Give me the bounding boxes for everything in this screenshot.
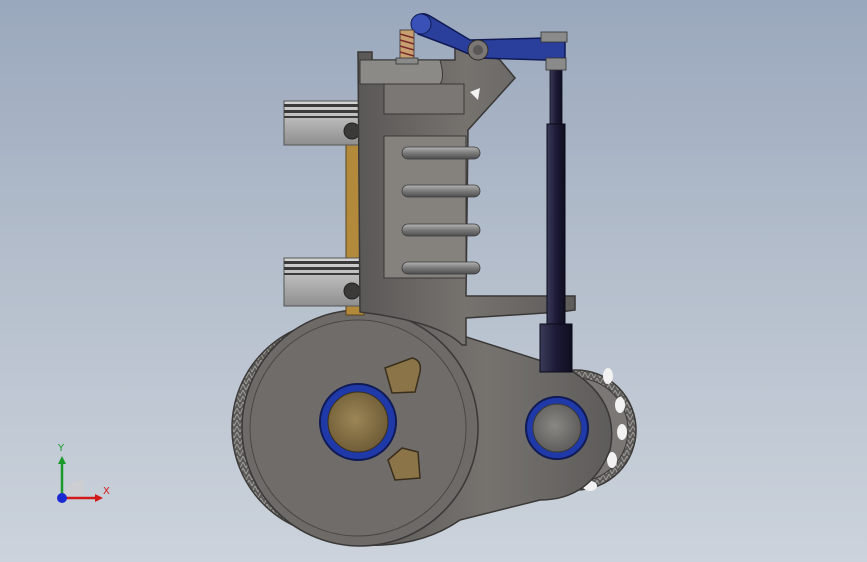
x-axis-label: X [103, 486, 110, 497]
coordinate-triad: X Y [40, 440, 120, 520]
gear-hole [617, 424, 627, 440]
pushrod[interactable] [539, 69, 573, 373]
crank-bearing[interactable] [319, 383, 397, 461]
y-axis-label: Y [58, 443, 65, 454]
z-axis-dot [57, 493, 67, 503]
cam-bearing[interactable] [525, 396, 589, 460]
gear-hole [615, 397, 625, 413]
piston-lower[interactable] [283, 257, 361, 307]
engine-model[interactable] [0, 0, 867, 562]
gear-hole [603, 368, 613, 384]
graphics-viewport[interactable]: X Y [0, 0, 867, 562]
valve-spring[interactable] [395, 29, 419, 65]
piston-upper[interactable] [283, 100, 361, 146]
